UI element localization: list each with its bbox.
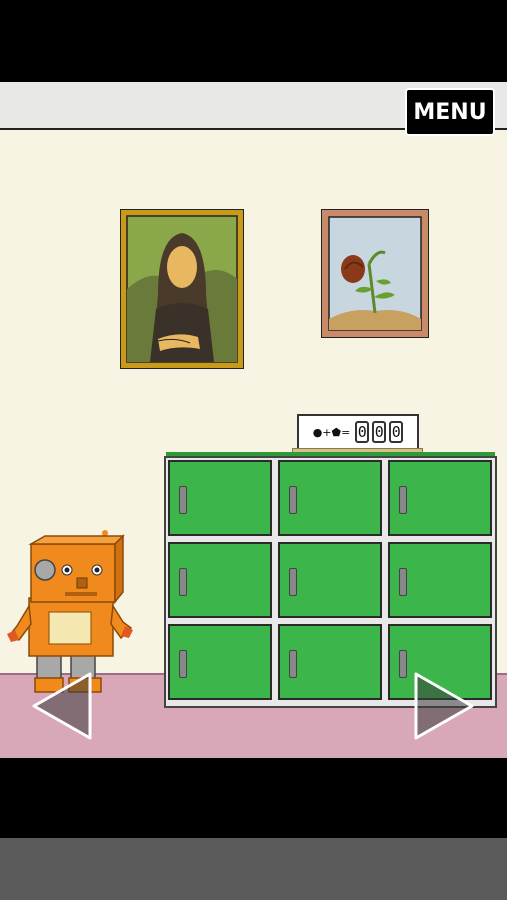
top-bar <box>0 0 507 82</box>
mona-lisa-painting[interactable] <box>120 209 244 369</box>
locker-handle-icon <box>179 486 187 514</box>
nav-left-arrow[interactable] <box>30 670 94 742</box>
locker-handle-icon <box>289 568 297 596</box>
locker-handle-icon <box>289 650 297 678</box>
locker-r2-c2[interactable] <box>278 542 382 618</box>
locker-handle-icon <box>399 486 407 514</box>
plant-painting[interactable] <box>321 209 429 338</box>
locker-handle-icon <box>179 568 187 596</box>
lock-digit-2[interactable]: 0 <box>372 421 387 443</box>
lock-digit-1[interactable]: 0 <box>355 421 370 443</box>
locker-r1-c1[interactable] <box>168 460 272 536</box>
triangle-left-icon <box>32 672 92 740</box>
locker-handle-icon <box>289 486 297 514</box>
locker-handle-icon <box>399 568 407 596</box>
lock-hint-text: ●+⬟= <box>312 425 351 439</box>
bottom-bar <box>0 758 507 838</box>
locker-r2-c3[interactable] <box>388 542 492 618</box>
system-nav-bar <box>0 838 507 900</box>
menu-button[interactable]: MENU <box>405 88 495 136</box>
locker-handle-icon <box>179 650 187 678</box>
locker-r3-c2[interactable] <box>278 624 382 700</box>
lock-digit-3[interactable]: 0 <box>389 421 404 443</box>
triangle-right-icon <box>414 672 474 740</box>
nav-right-arrow[interactable] <box>412 670 476 742</box>
locker-r1-c2[interactable] <box>278 460 382 536</box>
locker-r1-c3[interactable] <box>388 460 492 536</box>
locker-r3-c1[interactable] <box>168 624 272 700</box>
locker-handle-icon <box>399 650 407 678</box>
combination-lock[interactable]: ●+⬟= 0 0 0 <box>297 414 419 450</box>
locker-r2-c1[interactable] <box>168 542 272 618</box>
